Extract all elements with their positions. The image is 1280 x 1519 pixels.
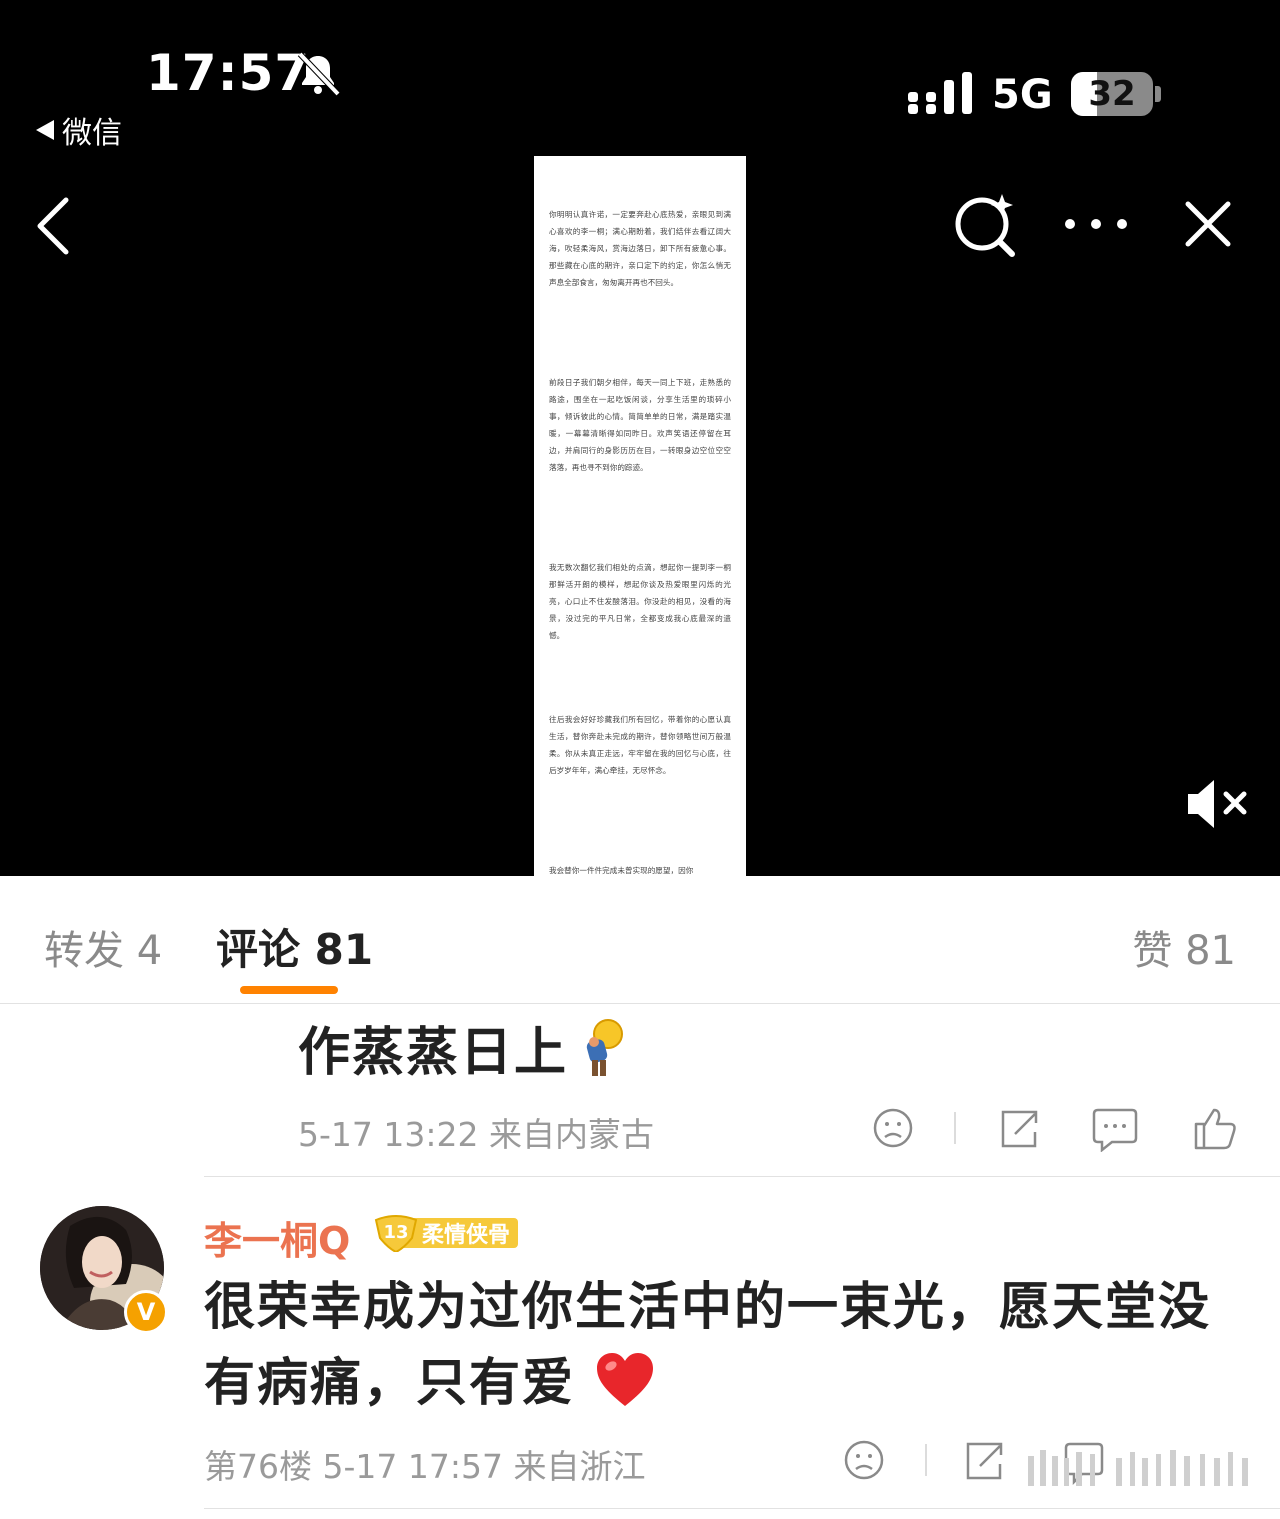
tab-repost[interactable]: 转发 4: [44, 918, 162, 976]
battery-tip: [1155, 86, 1161, 102]
back-to-wechat[interactable]: 微信: [36, 108, 122, 152]
network-type: 5G: [992, 72, 1053, 118]
thumb-up-icon[interactable]: [1194, 1108, 1236, 1150]
comment-username[interactable]: 李一桐Q: [204, 1210, 350, 1265]
comment-body: 很荣幸成为过你生活中的一束光，愿天堂没有病痛，只有爱: [204, 1278, 1212, 1413]
back-triangle-icon: [36, 120, 54, 140]
doc-paragraph: 我无数次翻忆我们相处的点滴，想起你一提到李一桐那鲜活开朗的模样，想起你谈及热爱眼…: [549, 563, 731, 640]
red-heart-icon: [596, 1353, 653, 1406]
comment-meta: 第76楼 5-17 17:57 来自浙江: [204, 1447, 646, 1486]
fan-level-icon: 13: [374, 1215, 418, 1254]
comment-actions: [873, 1108, 1236, 1152]
signal-icon: [908, 72, 972, 114]
comment-divider: [204, 1508, 1280, 1509]
back-icon[interactable]: [34, 196, 74, 256]
close-icon[interactable]: [1184, 200, 1232, 248]
comment-divider: [204, 1176, 1280, 1177]
doc-paragraph: 你明明认真许诺，一定要奔赴心底热爱，亲眼见到满心喜欢的李一桐；满心期盼着，我们结…: [549, 210, 731, 287]
bell-off-icon: [297, 51, 341, 97]
verified-badge: V: [124, 1290, 168, 1334]
share-icon[interactable]: [966, 1442, 1003, 1480]
dislike-icon[interactable]: [873, 1108, 913, 1148]
status-time: 17:57: [146, 44, 311, 102]
tab-comment[interactable]: 评论 81: [216, 916, 373, 977]
comment-text: 很荣幸成为过你生活中的一束光，愿天堂没有病痛，只有爱: [204, 1270, 1214, 1422]
search-sparkle-icon[interactable]: [950, 190, 1020, 260]
doc-paragraph: 我会替你一件件完成未曾实现的愿望，因你: [549, 866, 694, 875]
fan-badge[interactable]: 13 柔情侠骨: [374, 1214, 519, 1254]
comment-text: 作蒸蒸日上: [298, 1010, 628, 1085]
battery-level: 32: [1088, 74, 1136, 114]
back-app-label: 微信: [62, 116, 122, 151]
comment-body: 作蒸蒸日上: [298, 1023, 569, 1083]
document-image[interactable]: 你明明认真许诺，一定要奔赴心底热爱，亲眼见到满心喜欢的李一桐；满心期盼着，我们结…: [534, 156, 746, 876]
fan-level-badge: 13: [374, 1214, 418, 1254]
tab-like[interactable]: 赞 81: [1132, 918, 1236, 976]
tab-bar: 转发 4 评论 81 赞 81: [0, 876, 1280, 1004]
rising-person-emoji-icon: [586, 1018, 624, 1076]
active-tab-indicator: [240, 986, 338, 994]
share-icon[interactable]: [1001, 1110, 1038, 1148]
doc-paragraph: 前段日子我们朝夕相伴，每天一同上下班，走熟悉的路途，围坐在一起吃饭闲谈，分享生活…: [549, 378, 731, 472]
mute-icon[interactable]: [1184, 778, 1250, 830]
battery-indicator: 32: [1071, 72, 1153, 116]
doc-paragraph: 往后我会好好珍藏我们所有回忆，带着你的心愿认真生活，替你奔赴未完成的期许，替你领…: [549, 715, 731, 775]
comment-icon[interactable]: [1092, 1108, 1138, 1152]
watermark-logo: [1028, 1450, 1248, 1486]
more-icon[interactable]: [1062, 212, 1132, 236]
comment-meta: 5-17 13:22 来自内蒙古: [298, 1115, 654, 1154]
image-viewer: 17:57 微信 5G 32 你明明认真许诺，一定要奔赴心底热爱，亲眼见到满心喜…: [0, 0, 1280, 876]
fan-level-number: 13: [383, 1222, 408, 1243]
dislike-icon[interactable]: [844, 1440, 884, 1480]
